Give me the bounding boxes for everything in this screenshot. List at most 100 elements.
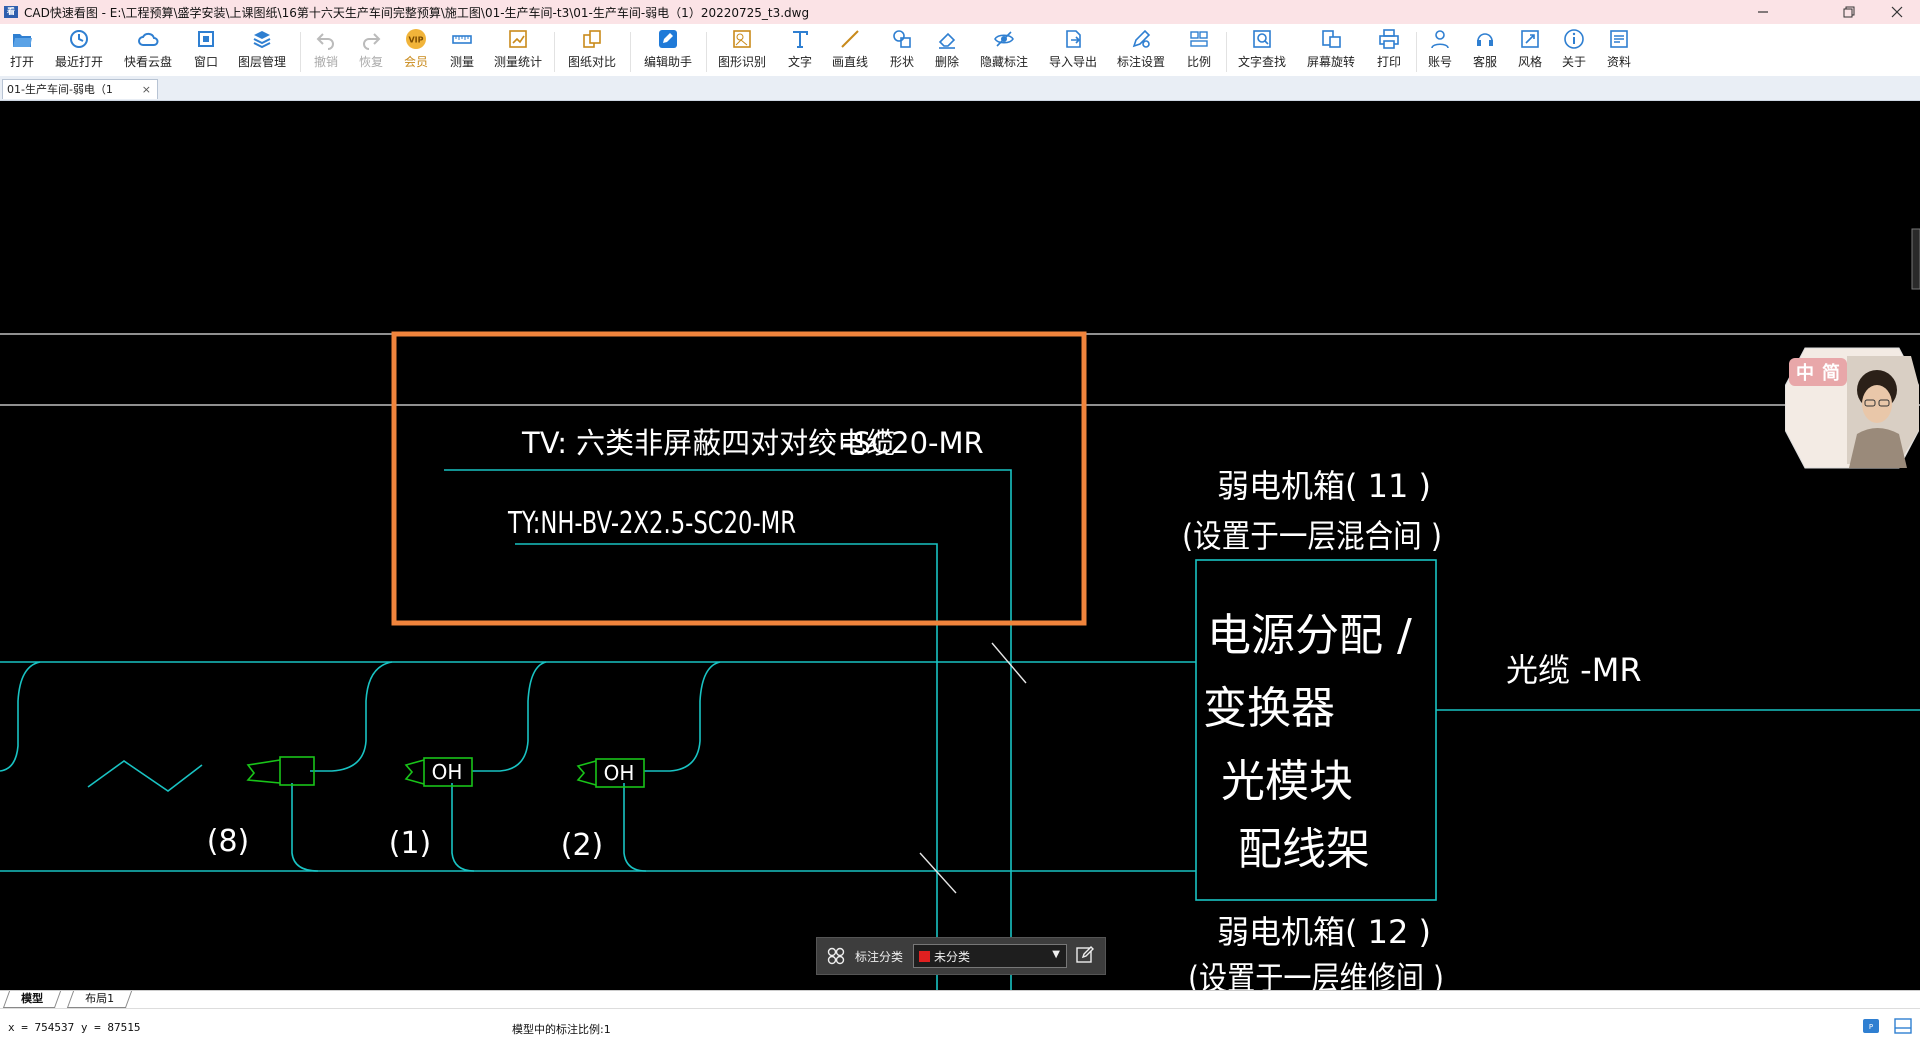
panel-toggle-icon[interactable]	[1894, 1018, 1912, 1034]
print-icon	[1379, 29, 1399, 49]
close-icon	[1891, 6, 1903, 18]
layers-button[interactable]: 图层管理	[238, 28, 286, 70]
style-icon	[1521, 30, 1539, 48]
panel-label-line3: 光模块	[1221, 756, 1353, 807]
tab-layout1-label: 布局1	[85, 992, 115, 1005]
about-button[interactable]: 关于	[1562, 28, 1586, 70]
device-count-label: (1)	[389, 826, 432, 861]
cad-drawing: OH OH (8) (1) (2) TV: 六类非屏蔽四对对绞电缆 -SC20-…	[0, 228, 1920, 990]
docs-button[interactable]: 资料	[1607, 28, 1631, 70]
measure-button[interactable]: 测量	[450, 28, 474, 70]
account-label: 账号	[1428, 55, 1453, 69]
edit-assistant-icon	[659, 30, 677, 48]
text-search-button[interactable]: 文字查找	[1238, 28, 1286, 70]
compare-button[interactable]: 图纸对比	[568, 28, 616, 70]
avatar-char-jian: 简	[1822, 362, 1840, 384]
redo-button[interactable]: 恢复	[359, 28, 383, 70]
scale-button[interactable]: 比例	[1187, 28, 1211, 70]
info-icon	[1564, 29, 1584, 49]
print-button[interactable]: 打印	[1377, 28, 1401, 70]
import-export-icon	[1066, 30, 1081, 48]
shape-recognize-icon	[733, 30, 751, 48]
category-color-swatch	[919, 950, 930, 962]
tab-layout1[interactable]: 布局1	[66, 991, 133, 1008]
grid-icon[interactable]	[827, 947, 845, 965]
delete-button[interactable]: 删除	[935, 28, 959, 70]
line-button[interactable]: 画直线	[832, 28, 868, 70]
status-bar: x = 754537 y = 87515 模型中的标注比例:1 P	[0, 1008, 1920, 1049]
close-window-button[interactable]	[1874, 0, 1920, 24]
toolbar-divider	[630, 32, 631, 72]
svg-text:P: P	[1869, 1023, 1873, 1031]
cabinet-12-location: (设置于一层维修间 )	[1188, 959, 1444, 990]
tab-model[interactable]: 模型	[2, 991, 62, 1008]
hide-annotations-label: 隐藏标注	[980, 55, 1029, 69]
vip-icon: VIP	[406, 29, 426, 49]
cabinet-11-location: (设置于一层混合间 )	[1182, 517, 1442, 555]
folder-open-icon	[13, 34, 32, 47]
device-symbol	[246, 756, 315, 786]
drawing-canvas[interactable]: OH OH (8) (1) (2) TV: 六类非屏蔽四对对绞电缆 -SC20-…	[0, 101, 1920, 990]
ruler-icon	[452, 35, 472, 44]
edit-icon[interactable]	[1075, 945, 1095, 965]
device-count-label: (8)	[207, 824, 250, 859]
snap-toggle-icon[interactable]: P	[1862, 1018, 1880, 1034]
user-icon	[1431, 30, 1449, 49]
scale-label: 比例	[1187, 55, 1212, 69]
hide-annotations-button[interactable]: 隐藏标注	[980, 28, 1028, 70]
window-button[interactable]: 窗口	[194, 28, 218, 70]
rotate-screen-button[interactable]: 屏幕旋转	[1307, 28, 1355, 70]
vip-button[interactable]: VIP 会员	[404, 28, 428, 70]
eye-hide-icon	[994, 31, 1014, 47]
line-label: 画直线	[832, 55, 869, 69]
cloud-icon	[138, 32, 159, 46]
text-button[interactable]: 文字	[788, 28, 812, 70]
device-count-label: (2)	[561, 828, 604, 863]
shape-recognize-button[interactable]: 图形识别	[718, 28, 766, 70]
avatar-char-zhong: 中	[1796, 362, 1814, 384]
toolbar-divider	[1416, 32, 1417, 72]
annotation-settings-button[interactable]: 标注设置	[1117, 28, 1165, 70]
layers-label: 图层管理	[238, 55, 287, 69]
measure-label: 测量	[450, 55, 475, 69]
eraser-icon	[938, 32, 956, 49]
restore-icon	[1843, 6, 1855, 18]
tv-cable-suffix: -SC20-MR	[842, 426, 984, 460]
cloud-button[interactable]: 快看云盘	[124, 28, 172, 70]
cable-tick-mark	[919, 852, 957, 894]
edit-assistant-button[interactable]: 编辑助手	[644, 28, 692, 70]
vip-label: 会员	[404, 55, 429, 69]
recent-button[interactable]: 最近打开	[55, 28, 103, 70]
layers-icon	[253, 31, 271, 49]
support-button[interactable]: 客服	[1473, 28, 1497, 70]
document-tab[interactable]: 01-生产车间-弱电（1 ×	[2, 79, 158, 99]
minimize-icon	[1758, 11, 1768, 13]
minimize-button[interactable]	[1740, 0, 1786, 24]
avatar[interactable]: 中 简	[1785, 346, 1919, 470]
account-button[interactable]: 账号	[1428, 28, 1452, 70]
compare-label: 图纸对比	[568, 55, 617, 69]
close-tab-icon[interactable]: ×	[142, 80, 151, 99]
measure-stats-button[interactable]: 测量统计	[494, 28, 542, 70]
toolbar-divider	[300, 32, 301, 72]
shape-label: 形状	[890, 55, 915, 69]
layout-tabbar: 模型 布局1	[0, 990, 1920, 1009]
ty-cable-label: TY:NH-BV-2X2.5-SC20-MR	[507, 506, 796, 541]
cabinet-12-label: 弱电机箱( 12 )	[1217, 913, 1431, 951]
open-label: 打开	[10, 55, 35, 69]
main-toolbar: 打开 最近打开 快看云盘 窗口 图层管理 撤销 恢复 VIP 会员 测量 测量统…	[0, 24, 1920, 76]
panel-label-line2: 变换器	[1203, 683, 1335, 734]
import-export-button[interactable]: 导入导出	[1049, 28, 1097, 70]
text-search-icon	[1253, 30, 1271, 48]
measure-stats-label: 测量统计	[494, 55, 543, 69]
restore-button[interactable]	[1826, 0, 1872, 24]
side-scroll-handle[interactable]	[1911, 228, 1920, 290]
style-button[interactable]: 风格	[1518, 28, 1542, 70]
toolbar-divider	[706, 32, 707, 72]
shape-recognize-label: 图形识别	[718, 55, 767, 69]
open-button[interactable]: 打开	[10, 28, 34, 70]
undo-button[interactable]: 撤销	[314, 28, 338, 70]
shape-button[interactable]: 形状	[890, 28, 914, 70]
chevron-down-icon: ▼	[1052, 949, 1060, 960]
annotation-category-select[interactable]: 未分类 ▼	[913, 944, 1067, 968]
